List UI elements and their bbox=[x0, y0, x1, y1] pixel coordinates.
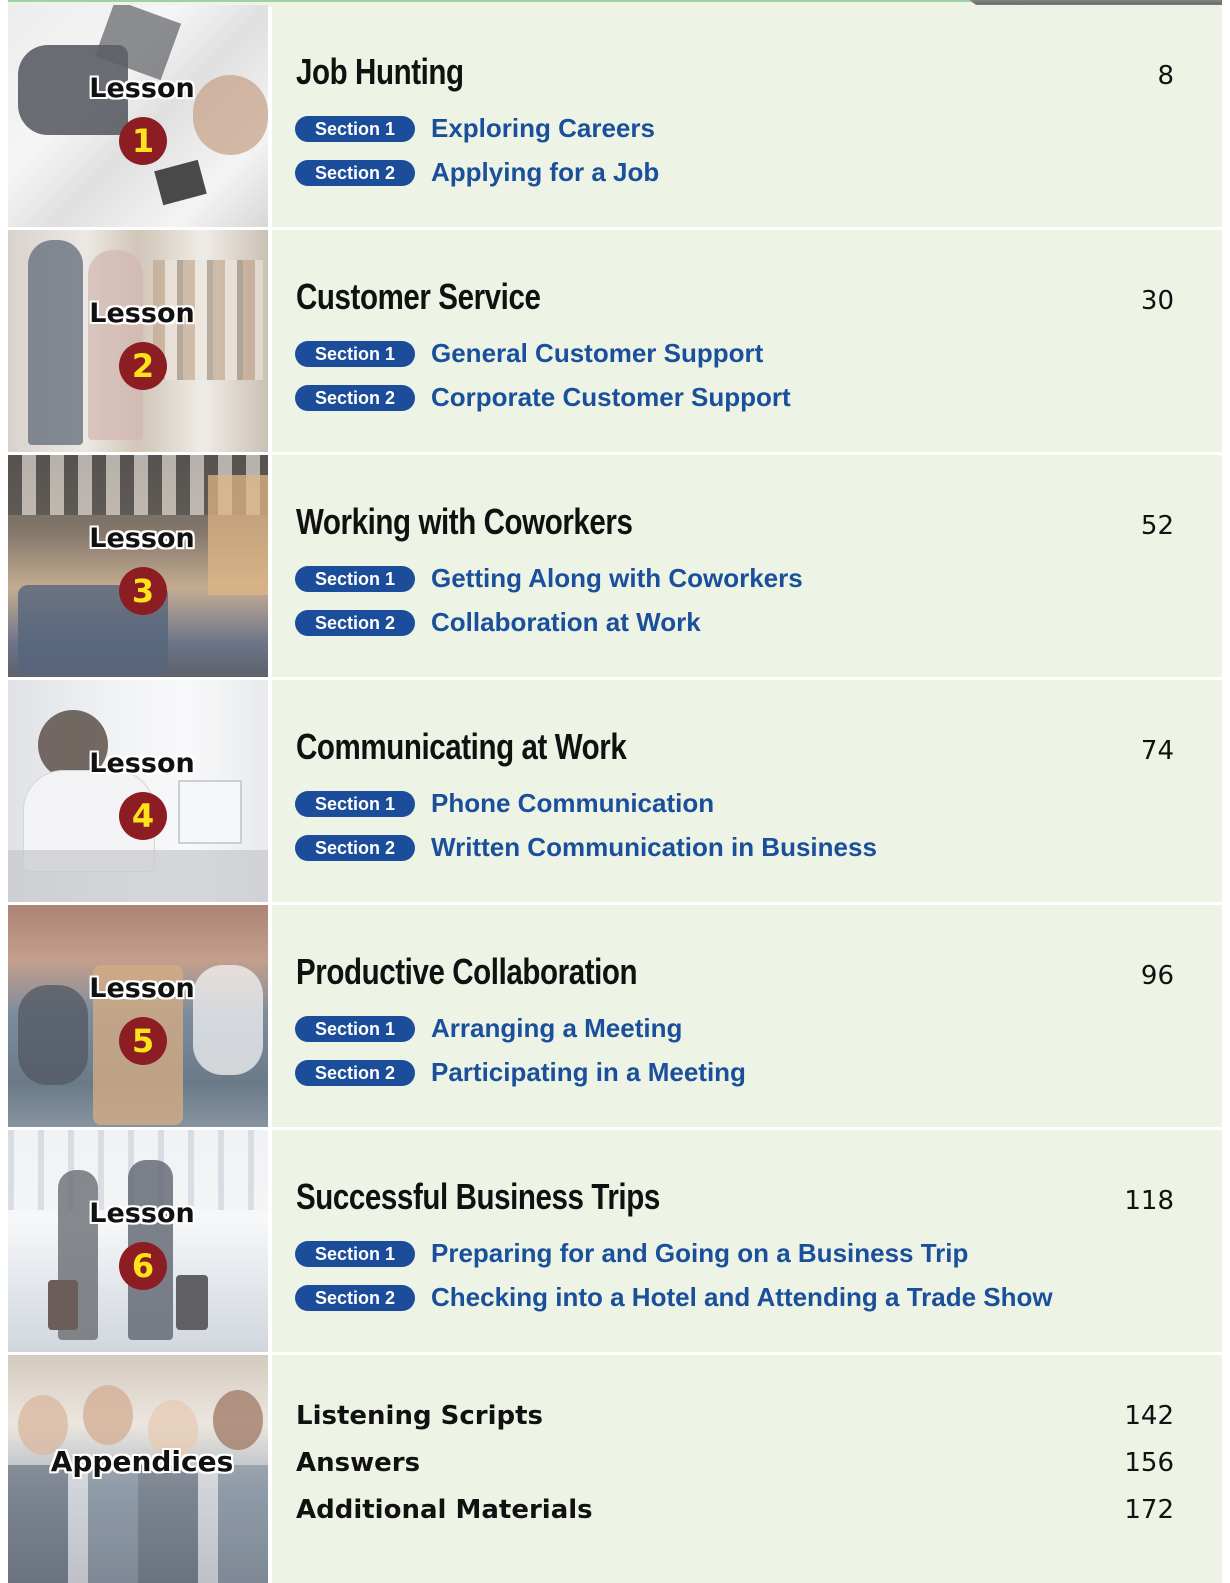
appendix-title[interactable]: Listening Scripts bbox=[296, 1401, 543, 1431]
appendix-entry[interactable]: Listening Scripts 142 bbox=[296, 1401, 1174, 1431]
page-number: 172 bbox=[1124, 1495, 1174, 1525]
lesson-title[interactable]: Customer Service bbox=[296, 276, 541, 318]
section-title[interactable]: Applying for a Job bbox=[431, 157, 659, 188]
appendix-title[interactable]: Answers bbox=[296, 1448, 420, 1478]
section-title[interactable]: Checking into a Hotel and Attending a Tr… bbox=[431, 1282, 1053, 1313]
section-badge: Section 2 bbox=[295, 1284, 415, 1311]
page-number: 8 bbox=[1157, 61, 1174, 91]
lesson-photo: Lesson 2 bbox=[8, 230, 268, 452]
section-entry[interactable]: Section 1 Exploring Careers bbox=[295, 113, 655, 144]
section-badge: Section 1 bbox=[295, 1015, 415, 1042]
lesson-panel: Working with Coworkers 52 Section 1 Gett… bbox=[272, 455, 1222, 677]
section-badge: Section 2 bbox=[295, 1059, 415, 1086]
lesson-label: Lesson bbox=[89, 298, 195, 329]
lesson-label: Lesson bbox=[89, 748, 195, 779]
section-title[interactable]: Preparing for and Going on a Business Tr… bbox=[431, 1238, 968, 1269]
section-title[interactable]: Phone Communication bbox=[431, 788, 714, 819]
section-entry[interactable]: Section 2 Participating in a Meeting bbox=[295, 1057, 746, 1088]
section-entry[interactable]: Section 2 Written Communication in Busin… bbox=[295, 832, 877, 863]
section-title[interactable]: Collaboration at Work bbox=[431, 607, 701, 638]
lesson-title[interactable]: Communicating at Work bbox=[296, 726, 627, 768]
section-entry[interactable]: Section 1 Getting Along with Coworkers bbox=[295, 563, 803, 594]
lesson-number-badge: 2 bbox=[119, 342, 167, 390]
section-badge: Section 1 bbox=[295, 340, 415, 367]
appendices-label: Appendices bbox=[50, 1445, 234, 1478]
lesson-row: Lesson 5 Productive Collaboration 96 Sec… bbox=[8, 905, 1222, 1127]
lesson-photo: Lesson 6 bbox=[8, 1130, 268, 1352]
section-entry[interactable]: Section 2 Corporate Customer Support bbox=[295, 382, 791, 413]
lesson-panel: Successful Business Trips 118 Section 1 … bbox=[272, 1130, 1222, 1352]
lesson-number-badge: 6 bbox=[119, 1242, 167, 1290]
page-number: 118 bbox=[1124, 1186, 1174, 1216]
appendices-row: Appendices Listening Scripts 142 Answers… bbox=[8, 1355, 1222, 1583]
lesson-label: Lesson bbox=[89, 973, 195, 1004]
section-title[interactable]: Participating in a Meeting bbox=[431, 1057, 746, 1088]
page-number: 30 bbox=[1140, 286, 1174, 316]
lesson-label: Lesson bbox=[89, 73, 195, 104]
section-badge: Section 1 bbox=[295, 790, 415, 817]
page-number: 142 bbox=[1124, 1401, 1174, 1431]
section-badge: Section 2 bbox=[295, 384, 415, 411]
section-title[interactable]: General Customer Support bbox=[431, 338, 763, 369]
section-entry[interactable]: Section 1 Preparing for and Going on a B… bbox=[295, 1238, 968, 1269]
section-title[interactable]: Exploring Careers bbox=[431, 113, 655, 144]
lesson-row: Lesson 2 Customer Service 30 Section 1 G… bbox=[8, 230, 1222, 452]
lesson-title[interactable]: Productive Collaboration bbox=[296, 951, 638, 993]
section-badge: Section 2 bbox=[295, 609, 415, 636]
lesson-photo: Lesson 4 bbox=[8, 680, 268, 902]
section-entry[interactable]: Section 1 Arranging a Meeting bbox=[295, 1013, 682, 1044]
lesson-panel: Communicating at Work 74 Section 1 Phone… bbox=[272, 680, 1222, 902]
lesson-row: Lesson 4 Communicating at Work 74 Sectio… bbox=[8, 680, 1222, 902]
lesson-photo: Lesson 1 bbox=[8, 5, 268, 227]
page-number: 52 bbox=[1140, 511, 1174, 541]
section-entry[interactable]: Section 1 Phone Communication bbox=[295, 788, 714, 819]
page-number: 74 bbox=[1140, 736, 1174, 766]
appendix-entry[interactable]: Additional Materials 172 bbox=[296, 1495, 1174, 1525]
section-entry[interactable]: Section 2 Collaboration at Work bbox=[295, 607, 701, 638]
appendix-title[interactable]: Additional Materials bbox=[296, 1495, 593, 1525]
lesson-title[interactable]: Successful Business Trips bbox=[296, 1176, 660, 1218]
appendices-photo: Appendices bbox=[8, 1355, 268, 1583]
lesson-number-badge: 4 bbox=[119, 792, 167, 840]
section-entry[interactable]: Section 2 Checking into a Hotel and Atte… bbox=[295, 1282, 1053, 1313]
section-title[interactable]: Written Communication in Business bbox=[431, 832, 877, 863]
section-title[interactable]: Corporate Customer Support bbox=[431, 382, 791, 413]
lesson-panel: Job Hunting 8 Section 1 Exploring Career… bbox=[272, 5, 1222, 227]
section-badge: Section 2 bbox=[295, 159, 415, 186]
section-badge: Section 1 bbox=[295, 115, 415, 142]
lesson-row: Lesson 3 Working with Coworkers 52 Secti… bbox=[8, 455, 1222, 677]
lesson-label: Lesson bbox=[89, 523, 195, 554]
appendices-panel: Listening Scripts 142 Answers 156 Additi… bbox=[272, 1355, 1222, 1583]
lesson-photo: Lesson 3 bbox=[8, 455, 268, 677]
section-badge: Section 2 bbox=[295, 834, 415, 861]
lesson-photo: Lesson 5 bbox=[8, 905, 268, 1127]
section-title[interactable]: Arranging a Meeting bbox=[431, 1013, 682, 1044]
section-badge: Section 1 bbox=[295, 565, 415, 592]
lesson-panel: Customer Service 30 Section 1 General Cu… bbox=[272, 230, 1222, 452]
section-title[interactable]: Getting Along with Coworkers bbox=[431, 563, 803, 594]
appendix-entry[interactable]: Answers 156 bbox=[296, 1448, 1174, 1478]
section-entry[interactable]: Section 1 General Customer Support bbox=[295, 338, 763, 369]
lesson-row: Lesson 1 Job Hunting 8 Section 1 Explori… bbox=[8, 5, 1222, 227]
lesson-number-badge: 1 bbox=[119, 117, 167, 165]
lesson-number-badge: 5 bbox=[119, 1017, 167, 1065]
lesson-number-badge: 3 bbox=[119, 567, 167, 615]
lesson-title[interactable]: Working with Coworkers bbox=[296, 501, 633, 543]
section-badge: Section 1 bbox=[295, 1240, 415, 1267]
page-number: 156 bbox=[1124, 1448, 1174, 1478]
lesson-panel: Productive Collaboration 96 Section 1 Ar… bbox=[272, 905, 1222, 1127]
page-number: 96 bbox=[1140, 961, 1174, 991]
lesson-row: Lesson 6 Successful Business Trips 118 S… bbox=[8, 1130, 1222, 1352]
lesson-title[interactable]: Job Hunting bbox=[296, 51, 464, 93]
lesson-label: Lesson bbox=[89, 1198, 195, 1229]
section-entry[interactable]: Section 2 Applying for a Job bbox=[295, 157, 659, 188]
